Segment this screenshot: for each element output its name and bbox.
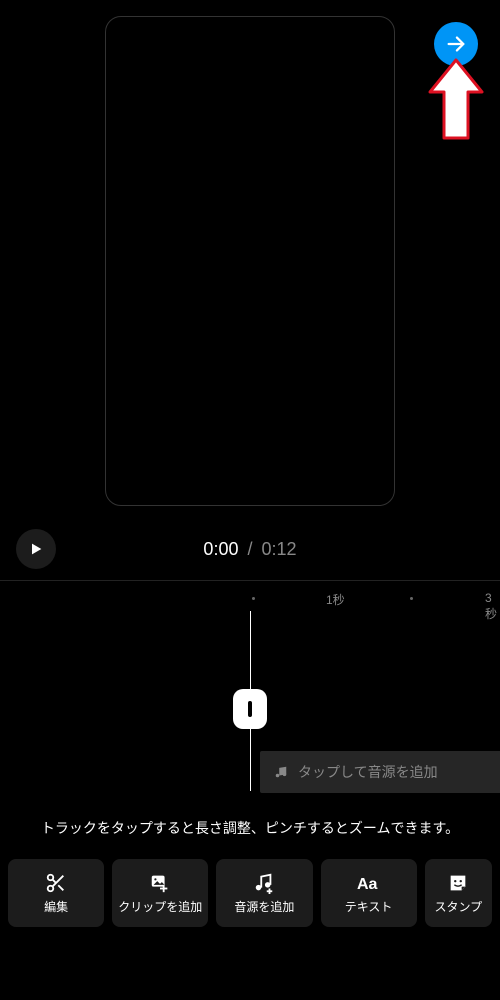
clip-handle[interactable] (233, 689, 267, 729)
tool-label: テキスト (345, 898, 393, 915)
next-button[interactable] (434, 22, 478, 66)
tool-label: 編集 (44, 898, 68, 915)
ruler-label: 3秒 (485, 591, 500, 622)
play-icon (28, 541, 44, 557)
tool-label: スタンプ (435, 898, 483, 915)
sticker-icon (447, 872, 469, 894)
svg-text:Aa: Aa (357, 876, 378, 893)
annotation-arrow-icon (426, 56, 486, 144)
add-audio-button[interactable]: 音源を追加 (216, 859, 312, 927)
timeline-ruler: 1秒 3秒 (0, 581, 500, 611)
ruler-label: 1秒 (326, 591, 345, 608)
video-preview[interactable] (105, 16, 395, 506)
audio-track-add[interactable]: タップして音源を追加 (260, 751, 500, 793)
preview-area (0, 0, 500, 530)
time-total: 0:12 (262, 539, 297, 559)
play-button[interactable] (16, 529, 56, 569)
toolbar: 編集 クリップを追加 音源を追加 Aa (0, 851, 500, 935)
playback-row: 0:00 / 0:12 (0, 530, 500, 580)
time-display: 0:00 / 0:12 (203, 539, 296, 560)
music-note-icon (274, 765, 288, 779)
scissors-icon (45, 872, 67, 894)
edit-button[interactable]: 編集 (8, 859, 104, 927)
grip-icon (248, 701, 252, 717)
time-separator: / (247, 539, 252, 559)
music-plus-icon (253, 872, 275, 894)
sticker-button[interactable]: スタンプ (425, 859, 492, 927)
tool-label: クリップを追加 (118, 898, 202, 915)
time-current: 0:00 (203, 539, 238, 559)
text-button[interactable]: Aa テキスト (321, 859, 417, 927)
text-icon: Aa (357, 872, 381, 894)
add-clip-button[interactable]: クリップを追加 (112, 859, 208, 927)
ruler-tick (252, 597, 255, 600)
image-plus-icon (149, 872, 171, 894)
ruler-tick (410, 597, 413, 600)
tool-label: 音源を追加 (234, 898, 294, 915)
hint-text: トラックをタップすると長さ調整、ピンチするとズームできます。 (0, 819, 500, 839)
timeline[interactable]: 1秒 3秒 タップして音源を追加 トラックをタップすると長さ調整、ピンチするとズ… (0, 581, 500, 851)
arrow-right-icon (445, 33, 467, 55)
audio-placeholder: タップして音源を追加 (298, 762, 438, 782)
